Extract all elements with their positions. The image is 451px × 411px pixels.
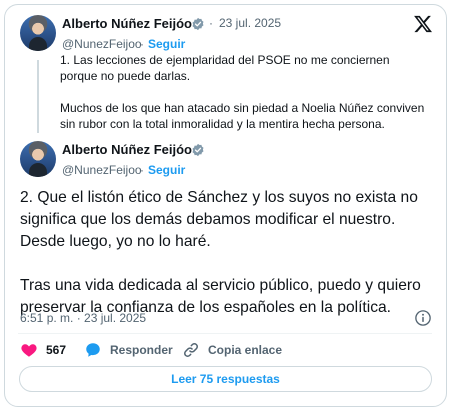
main-paragraph-1: 2. Que el listón ético de Sánchez y los … [20, 189, 418, 250]
author-handle[interactable]: @NunezFeijoo [62, 37, 142, 51]
handle-separator: · [140, 37, 144, 51]
copy-link-button[interactable]: Copia enlace [182, 340, 282, 360]
verified-badge-icon [192, 143, 204, 157]
quoted-paragraph-1: 1. Las lecciones de ejemplaridad del PSO… [60, 53, 390, 83]
reply-label: Responder [110, 343, 173, 357]
post-date[interactable]: 23 jul. 2025 [219, 16, 281, 30]
like-button[interactable]: 567 [20, 340, 66, 360]
thread-connector-line [37, 60, 39, 133]
follow-button[interactable]: Seguir [148, 37, 185, 51]
verified-badge-icon [192, 17, 204, 31]
author-avatar[interactable] [20, 15, 56, 51]
follow-button[interactable]: Seguir [148, 163, 185, 177]
author-avatar[interactable] [20, 141, 56, 177]
handle-separator: · [140, 163, 144, 177]
main-post-text: 2. Que el listón ético de Sánchez y los … [20, 187, 435, 319]
reply-bubble-icon [86, 343, 100, 357]
x-logo-icon[interactable] [413, 14, 433, 34]
heart-icon [21, 344, 37, 357]
link-icon [184, 343, 198, 357]
quoted-paragraph-2: Muchos de los que han atacado sin piedad… [60, 101, 425, 131]
quoted-post-text: 1. Las lecciones de ejemplaridad del PSO… [60, 52, 430, 132]
likes-count: 567 [46, 343, 67, 357]
read-replies-button[interactable]: Leer 75 respuestas [19, 366, 432, 392]
post-timestamp[interactable]: 6:51 p. m. · 23 jul. 2025 [20, 311, 146, 325]
divider [18, 333, 432, 334]
copy-link-label: Copia enlace [208, 343, 283, 357]
info-icon[interactable] [414, 309, 432, 327]
author-handle[interactable]: @NunezFeijoo [62, 163, 142, 177]
author-name[interactable]: Alberto Núñez Feijóo [62, 16, 192, 31]
separator-dot: · [209, 16, 213, 30]
author-name[interactable]: Alberto Núñez Feijóo [62, 142, 192, 157]
reply-button[interactable]: Responder [84, 340, 173, 360]
